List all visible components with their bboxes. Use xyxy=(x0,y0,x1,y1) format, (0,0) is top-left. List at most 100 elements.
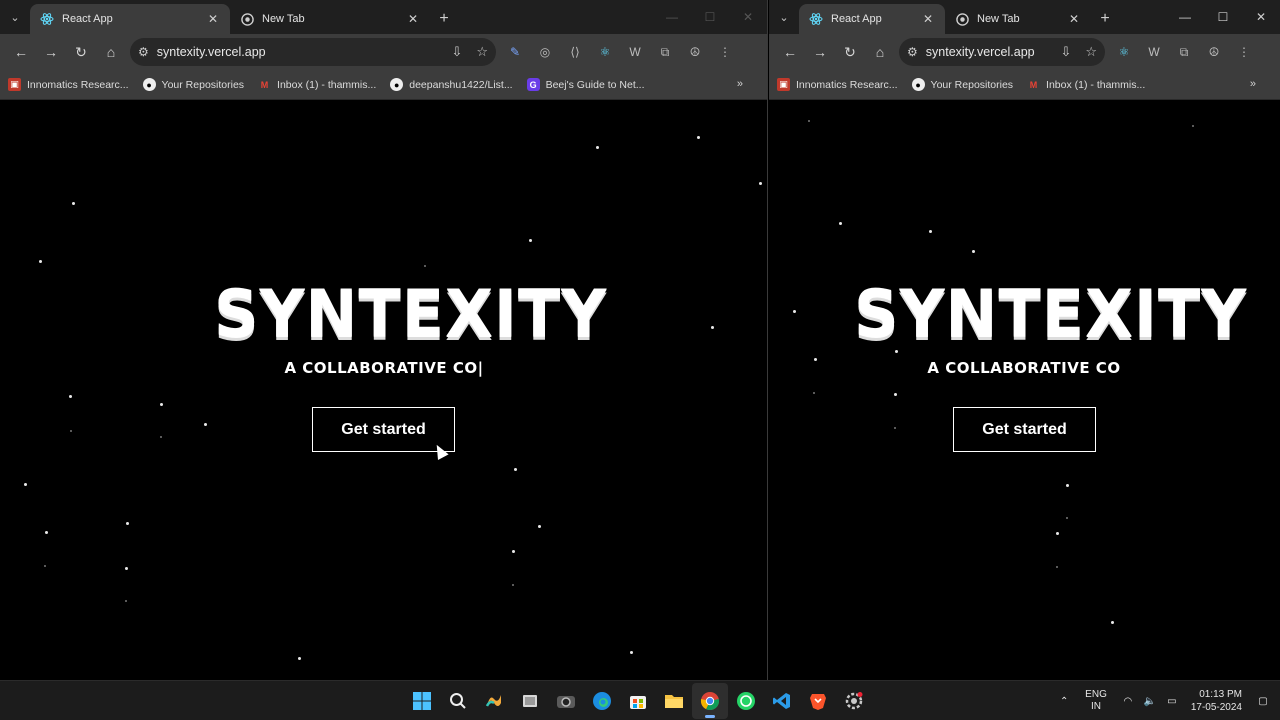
close-window-icon[interactable]: ✕ xyxy=(729,0,767,34)
bookmark-star-icon[interactable]: ☆ xyxy=(1085,44,1097,60)
maximize-icon[interactable]: ☐ xyxy=(1204,0,1242,34)
task-view-icon[interactable] xyxy=(512,683,548,719)
chevron-up-icon[interactable]: ⌃ xyxy=(1053,696,1075,707)
notification-icon[interactable]: ▢ xyxy=(1252,696,1274,707)
minimize-icon[interactable]: — xyxy=(653,0,691,34)
star xyxy=(529,239,532,242)
bookmark-item[interactable]: ▣ Innomatics Researc... xyxy=(777,78,898,91)
star xyxy=(39,260,42,263)
url-text: syntexity.vercel.app xyxy=(156,45,266,59)
desktop: ⌄ React App ✕ New Tab ✕ + — ☐ ✕ ← → ↻ ⌂ … xyxy=(0,0,1280,720)
star xyxy=(126,522,129,525)
react-devtools-icon[interactable]: ⚛ xyxy=(1109,37,1139,67)
extension-code-icon[interactable]: ⟨⟩ xyxy=(560,37,590,67)
new-tab-button[interactable]: + xyxy=(430,4,458,34)
camera-icon[interactable] xyxy=(548,683,584,719)
vscode-icon[interactable] xyxy=(764,683,800,719)
minimize-icon[interactable]: — xyxy=(1166,0,1204,34)
language-indicator[interactable]: ENG IN xyxy=(1085,689,1107,713)
star xyxy=(70,430,72,432)
bookmark-item[interactable]: ● deepanshu1422/List... xyxy=(390,78,513,91)
wifi-icon[interactable]: ◠ xyxy=(1117,696,1139,707)
copilot-icon[interactable] xyxy=(476,683,512,719)
back-icon[interactable]: ← xyxy=(6,37,36,67)
bookmark-item[interactable]: ● Your Repositories xyxy=(142,78,244,91)
tab-react-app[interactable]: React App ✕ xyxy=(799,4,945,34)
extension-w-icon[interactable]: W xyxy=(620,37,650,67)
chrome-taskbar-icon[interactable] xyxy=(692,683,728,719)
taskbar: ⌃ ENG IN ◠ 🔈 ▭ 01:13 PM 17-05-2024 ▢ xyxy=(0,680,1280,720)
maximize-icon[interactable]: ☐ xyxy=(691,0,729,34)
more-bookmarks-icon[interactable]: » xyxy=(737,78,743,90)
forward-icon[interactable]: → xyxy=(805,37,835,67)
chrome-icon xyxy=(955,12,969,26)
bookmark-item[interactable]: M Inbox (1) - thammis... xyxy=(1027,78,1145,91)
menu-kebab-icon[interactable]: ⋮ xyxy=(1229,37,1259,67)
settings-icon[interactable] xyxy=(836,683,872,719)
site-info-icon[interactable]: ⚙ xyxy=(907,45,918,59)
brave-icon[interactable] xyxy=(800,683,836,719)
search-icon[interactable] xyxy=(440,683,476,719)
star xyxy=(711,326,714,329)
bookmark-label: Your Repositories xyxy=(930,78,1014,91)
bookmark-item[interactable]: G Beej's Guide to Net... xyxy=(526,78,644,91)
bookmark-label: Innomatics Researc... xyxy=(27,78,129,91)
forward-icon[interactable]: → xyxy=(36,37,66,67)
tab-search-button[interactable]: ⌄ xyxy=(0,0,30,34)
menu-kebab-icon[interactable]: ⋮ xyxy=(710,37,740,67)
extensions-puzzle-icon[interactable]: ⧉ xyxy=(650,37,680,67)
bookmark-item[interactable]: M Inbox (1) - thammis... xyxy=(258,78,376,91)
close-tab-icon[interactable]: ✕ xyxy=(406,12,420,26)
star xyxy=(972,250,975,253)
bookmarks-bar: ▣ Innomatics Researc... ● Your Repositorie… xyxy=(0,70,767,100)
extension-pen-icon[interactable]: ✎ xyxy=(500,37,530,67)
react-icon xyxy=(40,12,54,26)
star xyxy=(697,136,700,139)
profile-icon[interactable]: ☮ xyxy=(1199,37,1229,67)
profile-icon[interactable]: ☮ xyxy=(680,37,710,67)
close-tab-icon[interactable]: ✕ xyxy=(206,12,220,26)
star xyxy=(894,393,897,396)
bookmark-item[interactable]: ▣ Innomatics Researc... xyxy=(8,78,129,91)
reload-icon[interactable]: ↻ xyxy=(66,37,96,67)
close-tab-icon[interactable]: ✕ xyxy=(921,12,935,26)
address-bar[interactable]: ⚙ syntexity.vercel.app ⇩ ☆ xyxy=(130,38,496,66)
tab-react-app[interactable]: React App ✕ xyxy=(30,4,230,34)
new-tab-button[interactable]: + xyxy=(1091,4,1119,34)
windows-start-icon[interactable] xyxy=(404,683,440,719)
site-info-icon[interactable]: ⚙ xyxy=(138,45,149,59)
logo-text: SYNTEXITY xyxy=(854,276,1248,353)
tab-new-tab[interactable]: New Tab ✕ xyxy=(230,4,430,34)
github-icon: ● xyxy=(390,78,404,91)
system-tray: ⌃ ENG IN ◠ 🔈 ▭ 01:13 PM 17-05-2024 ▢ xyxy=(1053,681,1280,720)
bookmark-star-icon[interactable]: ☆ xyxy=(476,44,488,60)
get-started-button[interactable]: Get started xyxy=(953,407,1096,452)
home-icon[interactable]: ⌂ xyxy=(865,37,895,67)
tab-search-button[interactable]: ⌄ xyxy=(769,0,799,34)
edge-icon[interactable] xyxy=(584,683,620,719)
store-icon[interactable] xyxy=(620,683,656,719)
tab-new-tab[interactable]: New Tab ✕ xyxy=(945,4,1091,34)
browser-toolbar: ← → ↻ ⌂ ⚙ syntexity.vercel.app ⇩ ☆ ⚛ W ⧉… xyxy=(769,34,1280,70)
gmail-icon: M xyxy=(260,79,269,90)
clock[interactable]: 01:13 PM 17-05-2024 xyxy=(1191,688,1242,714)
file-explorer-icon[interactable] xyxy=(656,683,692,719)
react-devtools-icon[interactable]: ⚛ xyxy=(590,37,620,67)
star xyxy=(514,468,517,471)
volume-icon[interactable]: 🔈 xyxy=(1139,696,1161,707)
back-icon[interactable]: ← xyxy=(775,37,805,67)
close-window-icon[interactable]: ✕ xyxy=(1242,0,1280,34)
whatsapp-icon[interactable] xyxy=(728,683,764,719)
bookmark-item[interactable]: ● Your Repositories xyxy=(911,78,1014,91)
install-app-icon[interactable]: ⇩ xyxy=(451,44,462,60)
address-bar[interactable]: ⚙ syntexity.vercel.app ⇩ ☆ xyxy=(899,38,1105,66)
extension-w-icon[interactable]: W xyxy=(1139,37,1169,67)
reload-icon[interactable]: ↻ xyxy=(835,37,865,67)
close-tab-icon[interactable]: ✕ xyxy=(1067,12,1081,26)
extension-target-icon[interactable]: ◎ xyxy=(530,37,560,67)
more-bookmarks-icon[interactable]: » xyxy=(1250,78,1256,90)
install-app-icon[interactable]: ⇩ xyxy=(1060,44,1071,60)
home-icon[interactable]: ⌂ xyxy=(96,37,126,67)
battery-icon[interactable]: ▭ xyxy=(1161,696,1183,707)
extensions-puzzle-icon[interactable]: ⧉ xyxy=(1169,37,1199,67)
